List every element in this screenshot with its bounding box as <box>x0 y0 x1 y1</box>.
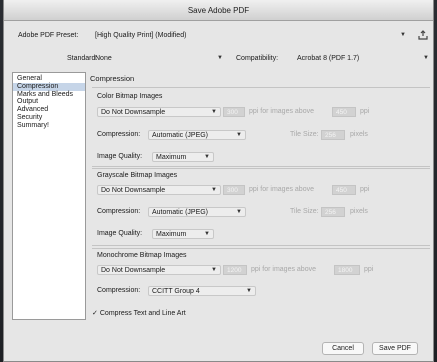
preset-value: [High Quality Print] (Modified) <box>95 32 187 39</box>
compression-dropdown[interactable]: Automatic (JPEG) ▼ <box>148 207 246 217</box>
compatibility-dropdown[interactable]: Acrobat 8 (PDF 1.7) ▼ <box>294 54 432 64</box>
compression-dropdown[interactable]: Automatic (JPEG) ▼ <box>148 130 246 140</box>
compression-label: Compression: <box>97 287 141 294</box>
tile-size-field[interactable]: 256 <box>321 130 345 140</box>
cancel-button[interactable]: Cancel <box>322 342 364 355</box>
downsample-dropdown[interactable]: Do Not Downsample ▼ <box>97 185 221 195</box>
above-ppi-field[interactable]: 450 <box>332 185 356 195</box>
chevron-down-icon: ▼ <box>211 109 217 115</box>
save-preset-icon[interactable] <box>418 30 428 40</box>
sidebar-item-general[interactable]: General <box>13 75 85 83</box>
save-pdf-dialog: Save Adobe PDF Adobe PDF Preset: [High Q… <box>3 0 434 362</box>
ppi-label: ppi for images above <box>249 108 314 115</box>
ppi-field[interactable]: 300 <box>223 185 245 195</box>
compatibility-value: Acrobat 8 (PDF 1.7) <box>297 55 360 62</box>
sidebar-item-marks-and-bleeds[interactable]: Marks and Bleeds <box>13 91 85 99</box>
compress-text-checkbox[interactable]: ✓ Compress Text and Line Art <box>92 309 186 318</box>
tile-size-unit: pixels <box>350 208 368 215</box>
compression-label: Compression: <box>97 131 141 138</box>
above-ppi-unit: ppi <box>364 266 374 273</box>
chevron-down-icon: ▼ <box>423 55 429 61</box>
compress-text-label: Compress Text and Line Art <box>99 309 186 317</box>
above-ppi-unit: ppi <box>360 108 370 115</box>
compression-value: Automatic (JPEG) <box>152 132 209 139</box>
chevron-down-icon: ▼ <box>211 187 217 193</box>
chevron-down-icon: ▼ <box>211 267 217 273</box>
standard-dropdown[interactable]: None ▼ <box>92 54 226 64</box>
chevron-down-icon: ▼ <box>236 209 242 215</box>
tile-size-label: Tile Size: <box>290 208 319 215</box>
image-quality-label: Image Quality: <box>97 230 143 237</box>
sidebar-item-advanced[interactable]: Advanced <box>13 106 85 114</box>
above-ppi-unit: ppi <box>360 186 370 193</box>
downsample-dropdown[interactable]: Do Not Downsample ▼ <box>97 265 221 275</box>
window-title: Save Adobe PDF <box>4 0 433 21</box>
compatibility-row: Compatibility: <box>236 55 278 62</box>
downsample-value: Do Not Downsample <box>101 267 166 274</box>
grayscale-bitmap-group: Grayscale Bitmap Images Do Not Downsampl… <box>92 168 430 246</box>
group-title: Grayscale Bitmap Images <box>97 172 178 179</box>
image-quality-value: Maximum <box>156 154 187 161</box>
standard-value: None <box>95 55 112 62</box>
chevron-down-icon: ▼ <box>217 55 223 61</box>
downsample-value: Do Not Downsample <box>101 109 166 116</box>
tile-size-unit: pixels <box>350 131 368 138</box>
image-quality-dropdown[interactable]: Maximum ▼ <box>152 152 214 162</box>
chevron-down-icon: ▼ <box>400 32 406 38</box>
compression-value: Automatic (JPEG) <box>152 209 209 216</box>
ppi-label: ppi for images above <box>249 186 314 193</box>
chevron-down-icon: ▼ <box>204 231 210 237</box>
sidebar-item-compression[interactable]: Compression <box>13 82 85 91</box>
ppi-field[interactable]: 1200 <box>223 265 247 275</box>
image-quality-value: Maximum <box>156 231 187 238</box>
group-title: Monochrome Bitmap Images <box>97 252 187 259</box>
preset-label: Adobe PDF Preset: <box>18 32 79 39</box>
sidebar-item-security[interactable]: Security <box>13 114 85 122</box>
compression-dropdown[interactable]: CCITT Group 4 ▼ <box>148 286 256 296</box>
sidebar-item-summary[interactable]: Summary! <box>13 122 85 130</box>
chevron-down-icon: ▼ <box>236 132 242 138</box>
compression-value: CCITT Group 4 <box>152 288 200 295</box>
tile-size-field[interactable]: 256 <box>321 207 345 217</box>
category-list: General Compression Marks and Bleeds Out… <box>12 72 86 320</box>
compression-panel: Compression Color Bitmap Images Do Not D… <box>88 72 430 320</box>
group-title: Color Bitmap Images <box>97 93 163 100</box>
tile-size-label: Tile Size: <box>290 131 319 138</box>
compression-label: Compression: <box>97 208 141 215</box>
chevron-down-icon: ▼ <box>246 288 252 294</box>
downsample-dropdown[interactable]: Do Not Downsample ▼ <box>97 107 221 117</box>
ppi-field[interactable]: 300 <box>223 107 245 117</box>
ppi-label: ppi for images above <box>251 266 316 273</box>
panel-title: Compression <box>90 74 135 83</box>
preset-row: Adobe PDF Preset: <box>18 32 78 39</box>
chevron-down-icon: ▼ <box>204 154 210 160</box>
image-quality-dropdown[interactable]: Maximum ▼ <box>152 229 214 239</box>
checkmark-icon: ✓ <box>92 310 98 317</box>
save-pdf-button[interactable]: Save PDF <box>372 342 418 355</box>
image-quality-label: Image Quality: <box>97 153 143 160</box>
above-ppi-field[interactable]: 450 <box>332 107 356 117</box>
monochrome-bitmap-group: Monochrome Bitmap Images Do Not Downsamp… <box>92 248 430 298</box>
downsample-value: Do Not Downsample <box>101 187 166 194</box>
compatibility-label: Compatibility: <box>236 55 279 62</box>
above-ppi-field[interactable]: 1800 <box>334 265 360 275</box>
preset-dropdown[interactable]: [High Quality Print] (Modified) ▼ <box>92 31 410 41</box>
sidebar-item-output[interactable]: Output <box>13 98 85 106</box>
color-bitmap-group: Color Bitmap Images Do Not Downsample ▼ … <box>92 87 430 167</box>
